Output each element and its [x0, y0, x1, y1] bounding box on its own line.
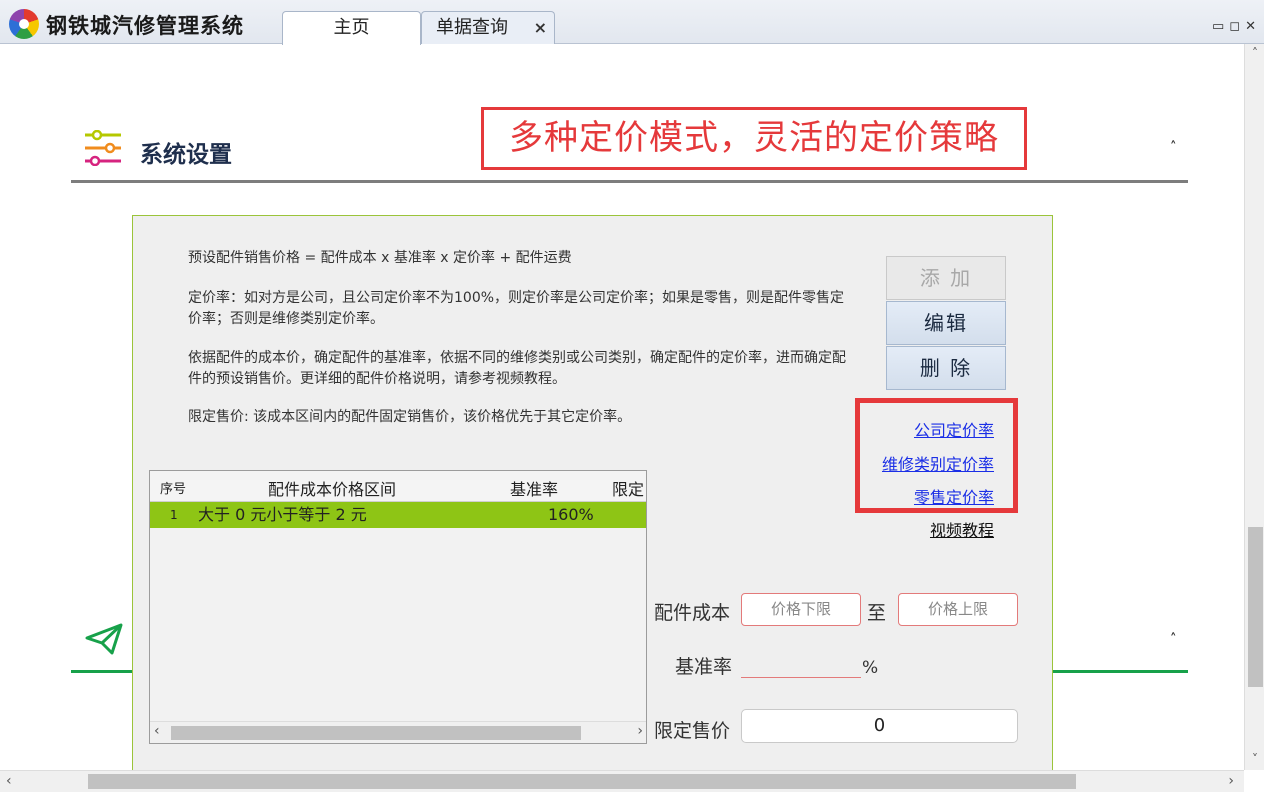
- delete-button[interactable]: 删 除: [886, 346, 1006, 390]
- table-row[interactable]: 1 大于 0 元小于等于 2 元 160%: [150, 502, 646, 528]
- col-index: 序号: [160, 482, 187, 497]
- app-title: 钢铁城汽修管理系统: [46, 14, 244, 38]
- col-limit: 限定: [612, 480, 645, 499]
- section-title-settings: 系统设置: [140, 142, 232, 168]
- horizontal-scrollbar[interactable]: ‹ ›: [0, 770, 1244, 792]
- percent-sign: %: [862, 658, 879, 678]
- vertical-scroll-thumb[interactable]: [1248, 527, 1263, 687]
- chevron-down-icon[interactable]: ˅: [1245, 752, 1264, 766]
- price-range-table[interactable]: 序号 配件成本价格区间 基准率 限定 1 大于 0 元小于等于 2 元 160%…: [149, 470, 647, 744]
- chevron-left-icon[interactable]: ‹: [154, 723, 160, 739]
- tab-document-query[interactable]: 单据查询 ×: [421, 11, 555, 44]
- company-rate-link[interactable]: 公司定价率: [914, 417, 994, 441]
- table-header: 序号 配件成本价格区间 基准率 限定: [150, 471, 646, 502]
- fixed-price-text: 限定售价: 该成本区间内的配件固定销售价，该价格优先于其它定价率。: [188, 409, 632, 425]
- tab-query-label: 单据查询: [436, 17, 508, 38]
- price-min-input[interactable]: 价格下限: [741, 593, 861, 626]
- rate-rule-text: 定价率：如对方是公司，且公司定价率不为100%，则定价率是公司定价率；如果是零售…: [188, 290, 845, 327]
- col-range: 配件成本价格区间: [268, 480, 397, 499]
- edit-button[interactable]: 编辑: [886, 301, 1006, 345]
- app-logo-icon: [9, 9, 39, 39]
- promo-callout: 多种定价模式，灵活的定价策略: [481, 107, 1027, 170]
- cost-label: 配件成本: [654, 602, 731, 624]
- formula-text: 预设配件销售价格 = 配件成本 x 基准率 x 定价率 + 配件运费: [188, 250, 572, 266]
- chevron-up-icon[interactable]: ˄: [1245, 46, 1264, 60]
- tab-home[interactable]: 主页: [282, 11, 421, 45]
- repair-category-rate-link[interactable]: 维修类别定价率: [882, 451, 994, 475]
- horizontal-scroll-thumb[interactable]: [88, 774, 1076, 789]
- app-window: 钢铁城汽修管理系统 主页 单据查询 × ▭ ◻ ✕ 系统设置 ˄ 多种定价模式，…: [0, 0, 1264, 792]
- window-controls: ▭ ◻ ✕: [1212, 19, 1256, 34]
- range-to-label: 至: [867, 602, 887, 624]
- retail-rate-link[interactable]: 零售定价率: [914, 484, 994, 508]
- restore-icon[interactable]: ◻: [1229, 19, 1240, 34]
- fixed-price-input[interactable]: 0: [741, 709, 1018, 743]
- base-rate-label: 基准率: [675, 656, 733, 678]
- row-rate: 160%: [548, 505, 594, 524]
- price-max-input[interactable]: 价格上限: [898, 593, 1018, 626]
- section-divider: [71, 180, 1188, 183]
- minimize-icon[interactable]: ▭: [1212, 19, 1224, 34]
- base-rate-text: 依据配件的成本价，确定配件的基准率，依据不同的维修类别或公司类别，确定配件的定价…: [188, 350, 846, 387]
- fixed-price-label: 限定售价: [654, 720, 731, 742]
- chevron-left-icon[interactable]: ‹: [6, 773, 12, 789]
- base-rate-input[interactable]: [741, 656, 861, 678]
- close-window-icon[interactable]: ✕: [1245, 19, 1256, 34]
- vertical-scrollbar[interactable]: ˄ ˅: [1244, 44, 1264, 770]
- video-tutorial-link[interactable]: 视频教程: [930, 517, 994, 541]
- table-scrollbar[interactable]: ‹ ›: [150, 721, 646, 743]
- collapse-second-icon[interactable]: ˄: [1170, 632, 1177, 647]
- row-range: 大于 0 元小于等于 2 元: [198, 505, 367, 524]
- tab-home-label: 主页: [333, 17, 370, 38]
- col-rate: 基准率: [510, 480, 559, 499]
- chevron-right-icon[interactable]: ›: [637, 723, 643, 739]
- paper-plane-icon: [85, 623, 123, 655]
- pricing-settings-panel: 预设配件销售价格 = 配件成本 x 基准率 x 定价率 + 配件运费 定价率：如…: [132, 215, 1053, 780]
- close-icon[interactable]: ×: [534, 12, 547, 43]
- row-index: 1: [170, 508, 178, 522]
- add-button[interactable]: 添 加: [886, 256, 1006, 300]
- chevron-right-icon[interactable]: ›: [1228, 773, 1234, 789]
- collapse-settings-icon[interactable]: ˄: [1170, 140, 1177, 155]
- sliders-icon: [85, 130, 121, 166]
- title-bar: 钢铁城汽修管理系统 主页 单据查询 × ▭ ◻ ✕: [0, 0, 1264, 45]
- table-scroll-thumb[interactable]: [171, 726, 581, 740]
